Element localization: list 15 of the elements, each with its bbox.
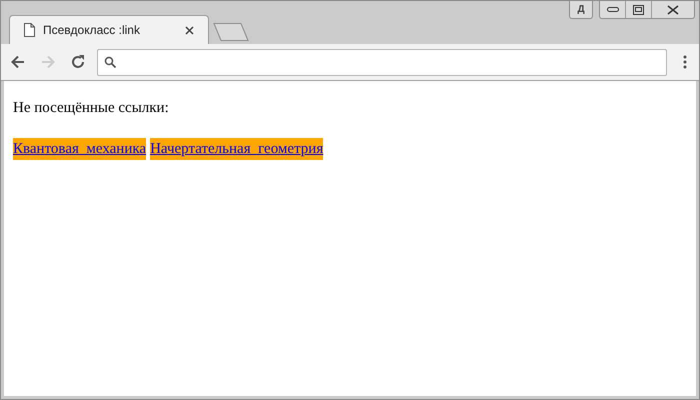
search-icon [104, 56, 117, 68]
back-icon[interactable] [9, 53, 27, 71]
link[interactable]: Начертательная_геометрия [150, 138, 324, 160]
menu-icon[interactable] [683, 55, 687, 69]
close-icon[interactable] [185, 26, 194, 34]
link[interactable]: Квантовая_механика [13, 138, 146, 160]
close-icon [667, 4, 679, 14]
document-icon [24, 23, 35, 37]
page-heading: Не посещённые ссылки: [13, 99, 170, 118]
profile-button[interactable]: Д [569, 1, 593, 19]
minimize-icon [606, 6, 618, 12]
maximize-icon [633, 4, 644, 14]
tab-title: Псевдокласс :link [43, 22, 141, 39]
browser-tab[interactable]: Псевдокласс :link [9, 15, 209, 44]
reload-icon[interactable] [69, 53, 87, 71]
